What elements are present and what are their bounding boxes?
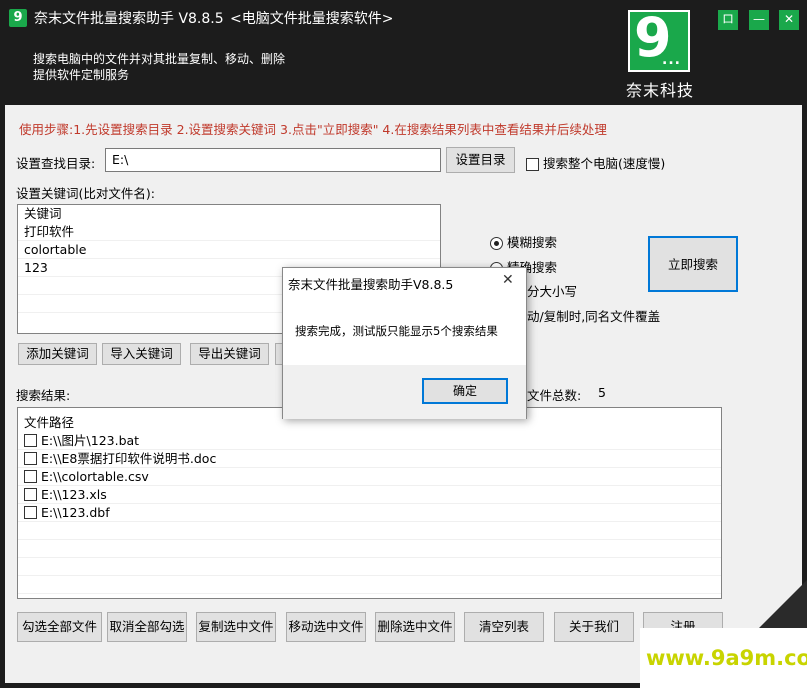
unselect-all-button[interactable]: 取消全部勾选	[107, 612, 187, 642]
keywords-label: 设置关键词(比对文件名):	[16, 186, 155, 201]
result-checkbox[interactable]	[24, 506, 37, 519]
copy-selected-button[interactable]: 复制选中文件	[196, 612, 276, 642]
total-files-label: 文件总数:	[527, 388, 582, 403]
window-title: 奈末文件批量搜索助手 V8.8.5	[34, 11, 224, 27]
move-selected-button[interactable]: 移动选中文件	[286, 612, 366, 642]
delete-selected-button[interactable]: 删除选中文件	[375, 612, 455, 642]
close-button[interactable]: ✕	[779, 10, 799, 30]
add-keyword-button[interactable]: 添加关键词	[18, 343, 97, 365]
result-path: E:\\E8票据打印软件说明书.doc	[41, 451, 217, 466]
app-window: 9 奈末文件批量搜索助手 V8.8.5 <电脑文件批量搜索软件> 搜索电脑中的文…	[0, 0, 807, 688]
result-path: E:\\colortable.csv	[41, 469, 149, 484]
results-label: 搜索结果:	[16, 388, 71, 403]
search-now-button[interactable]: 立即搜索	[648, 236, 738, 292]
keyword-item[interactable]: 打印软件	[18, 223, 440, 241]
fuzzy-search-radio[interactable]	[490, 237, 503, 250]
minimize-button[interactable]: —	[749, 10, 769, 30]
result-row[interactable]: E:\\123.xls	[18, 486, 721, 504]
usage-instructions: 使用步骤:1.先设置搜索目录 2.设置搜索关键词 3.点击"立即搜索" 4.在搜…	[19, 122, 607, 137]
dialog-title: 奈末文件批量搜索助手V8.8.5	[288, 277, 454, 292]
whole-pc-checkbox[interactable]	[526, 158, 539, 171]
dialog-ok-button[interactable]: 确定	[422, 378, 508, 404]
company-name: 奈末科技	[626, 81, 695, 100]
dialog-footer: 确定	[283, 365, 526, 419]
result-path: E:\\123.xls	[41, 487, 107, 502]
title-bar: 9 奈末文件批量搜索助手 V8.8.5 <电脑文件批量搜索软件> 搜索电脑中的文…	[0, 0, 807, 105]
result-path: E:\\图片\123.bat	[41, 433, 140, 448]
result-empty-row	[18, 558, 721, 576]
dialog-message: 搜索完成，测试版只能显示5个搜索结果	[295, 324, 498, 338]
window-subtitle: <电脑文件批量搜索软件>	[230, 11, 394, 27]
result-row[interactable]: E:\\图片\123.bat	[18, 432, 721, 450]
message-dialog: 奈末文件批量搜索助手V8.8.5 ✕ 搜索完成，测试版只能显示5个搜索结果 确定	[282, 267, 527, 419]
select-all-button[interactable]: 勾选全部文件	[17, 612, 102, 642]
restore-button[interactable]: ロ	[718, 10, 738, 30]
result-empty-row	[18, 540, 721, 558]
search-dir-label: 设置查找目录:	[16, 156, 96, 171]
app-icon: 9	[9, 9, 27, 27]
clear-list-button[interactable]: 清空列表	[464, 612, 544, 642]
result-row[interactable]: E:\\colortable.csv	[18, 468, 721, 486]
fuzzy-search-option[interactable]: 模糊搜索	[490, 232, 557, 251]
description-line-2: 提供软件定制服务	[33, 68, 130, 82]
result-empty-row	[18, 522, 721, 540]
description-line-1: 搜索电脑中的文件并对其批量复制、移动、删除	[33, 52, 286, 66]
logo-dots: ...	[662, 52, 681, 68]
about-button[interactable]: 关于我们	[554, 612, 634, 642]
result-empty-row	[18, 576, 721, 594]
import-keyword-button[interactable]: 导入关键词	[102, 343, 181, 365]
keyword-item[interactable]: colortable	[18, 241, 440, 259]
company-logo: 9 ...	[628, 8, 690, 72]
result-checkbox[interactable]	[24, 452, 37, 465]
watermark-text: www.9a9m.com	[646, 646, 807, 670]
whole-pc-option[interactable]: 搜索整个电脑(速度慢)	[526, 153, 665, 172]
result-row[interactable]: E:\\E8票据打印软件说明书.doc	[18, 450, 721, 468]
total-files-value: 5	[598, 385, 606, 400]
result-checkbox[interactable]	[24, 488, 37, 501]
dialog-close-icon[interactable]: ✕	[502, 272, 514, 288]
export-keyword-button[interactable]: 导出关键词	[190, 343, 269, 365]
search-dir-input[interactable]: E:\	[105, 148, 441, 172]
result-row[interactable]: E:\\123.dbf	[18, 504, 721, 522]
case-sensitive-option[interactable]: 分大小写	[527, 281, 577, 300]
site-watermark: www.9a9m.com	[640, 628, 807, 688]
whole-pc-label: 搜索整个电脑(速度慢)	[542, 156, 666, 171]
overwrite-option[interactable]: 动/复制时,同名文件覆盖	[527, 306, 660, 325]
results-list[interactable]: 文件路径 E:\\图片\123.bat E:\\E8票据打印软件说明书.doc …	[17, 407, 722, 599]
set-dir-button[interactable]: 设置目录	[446, 147, 515, 173]
corner-decoration	[755, 580, 807, 632]
result-path: E:\\123.dbf	[41, 505, 110, 520]
result-checkbox[interactable]	[24, 434, 37, 447]
keywords-list-header: 关键词	[24, 206, 62, 221]
result-checkbox[interactable]	[24, 470, 37, 483]
fuzzy-search-label: 模糊搜索	[506, 235, 557, 250]
